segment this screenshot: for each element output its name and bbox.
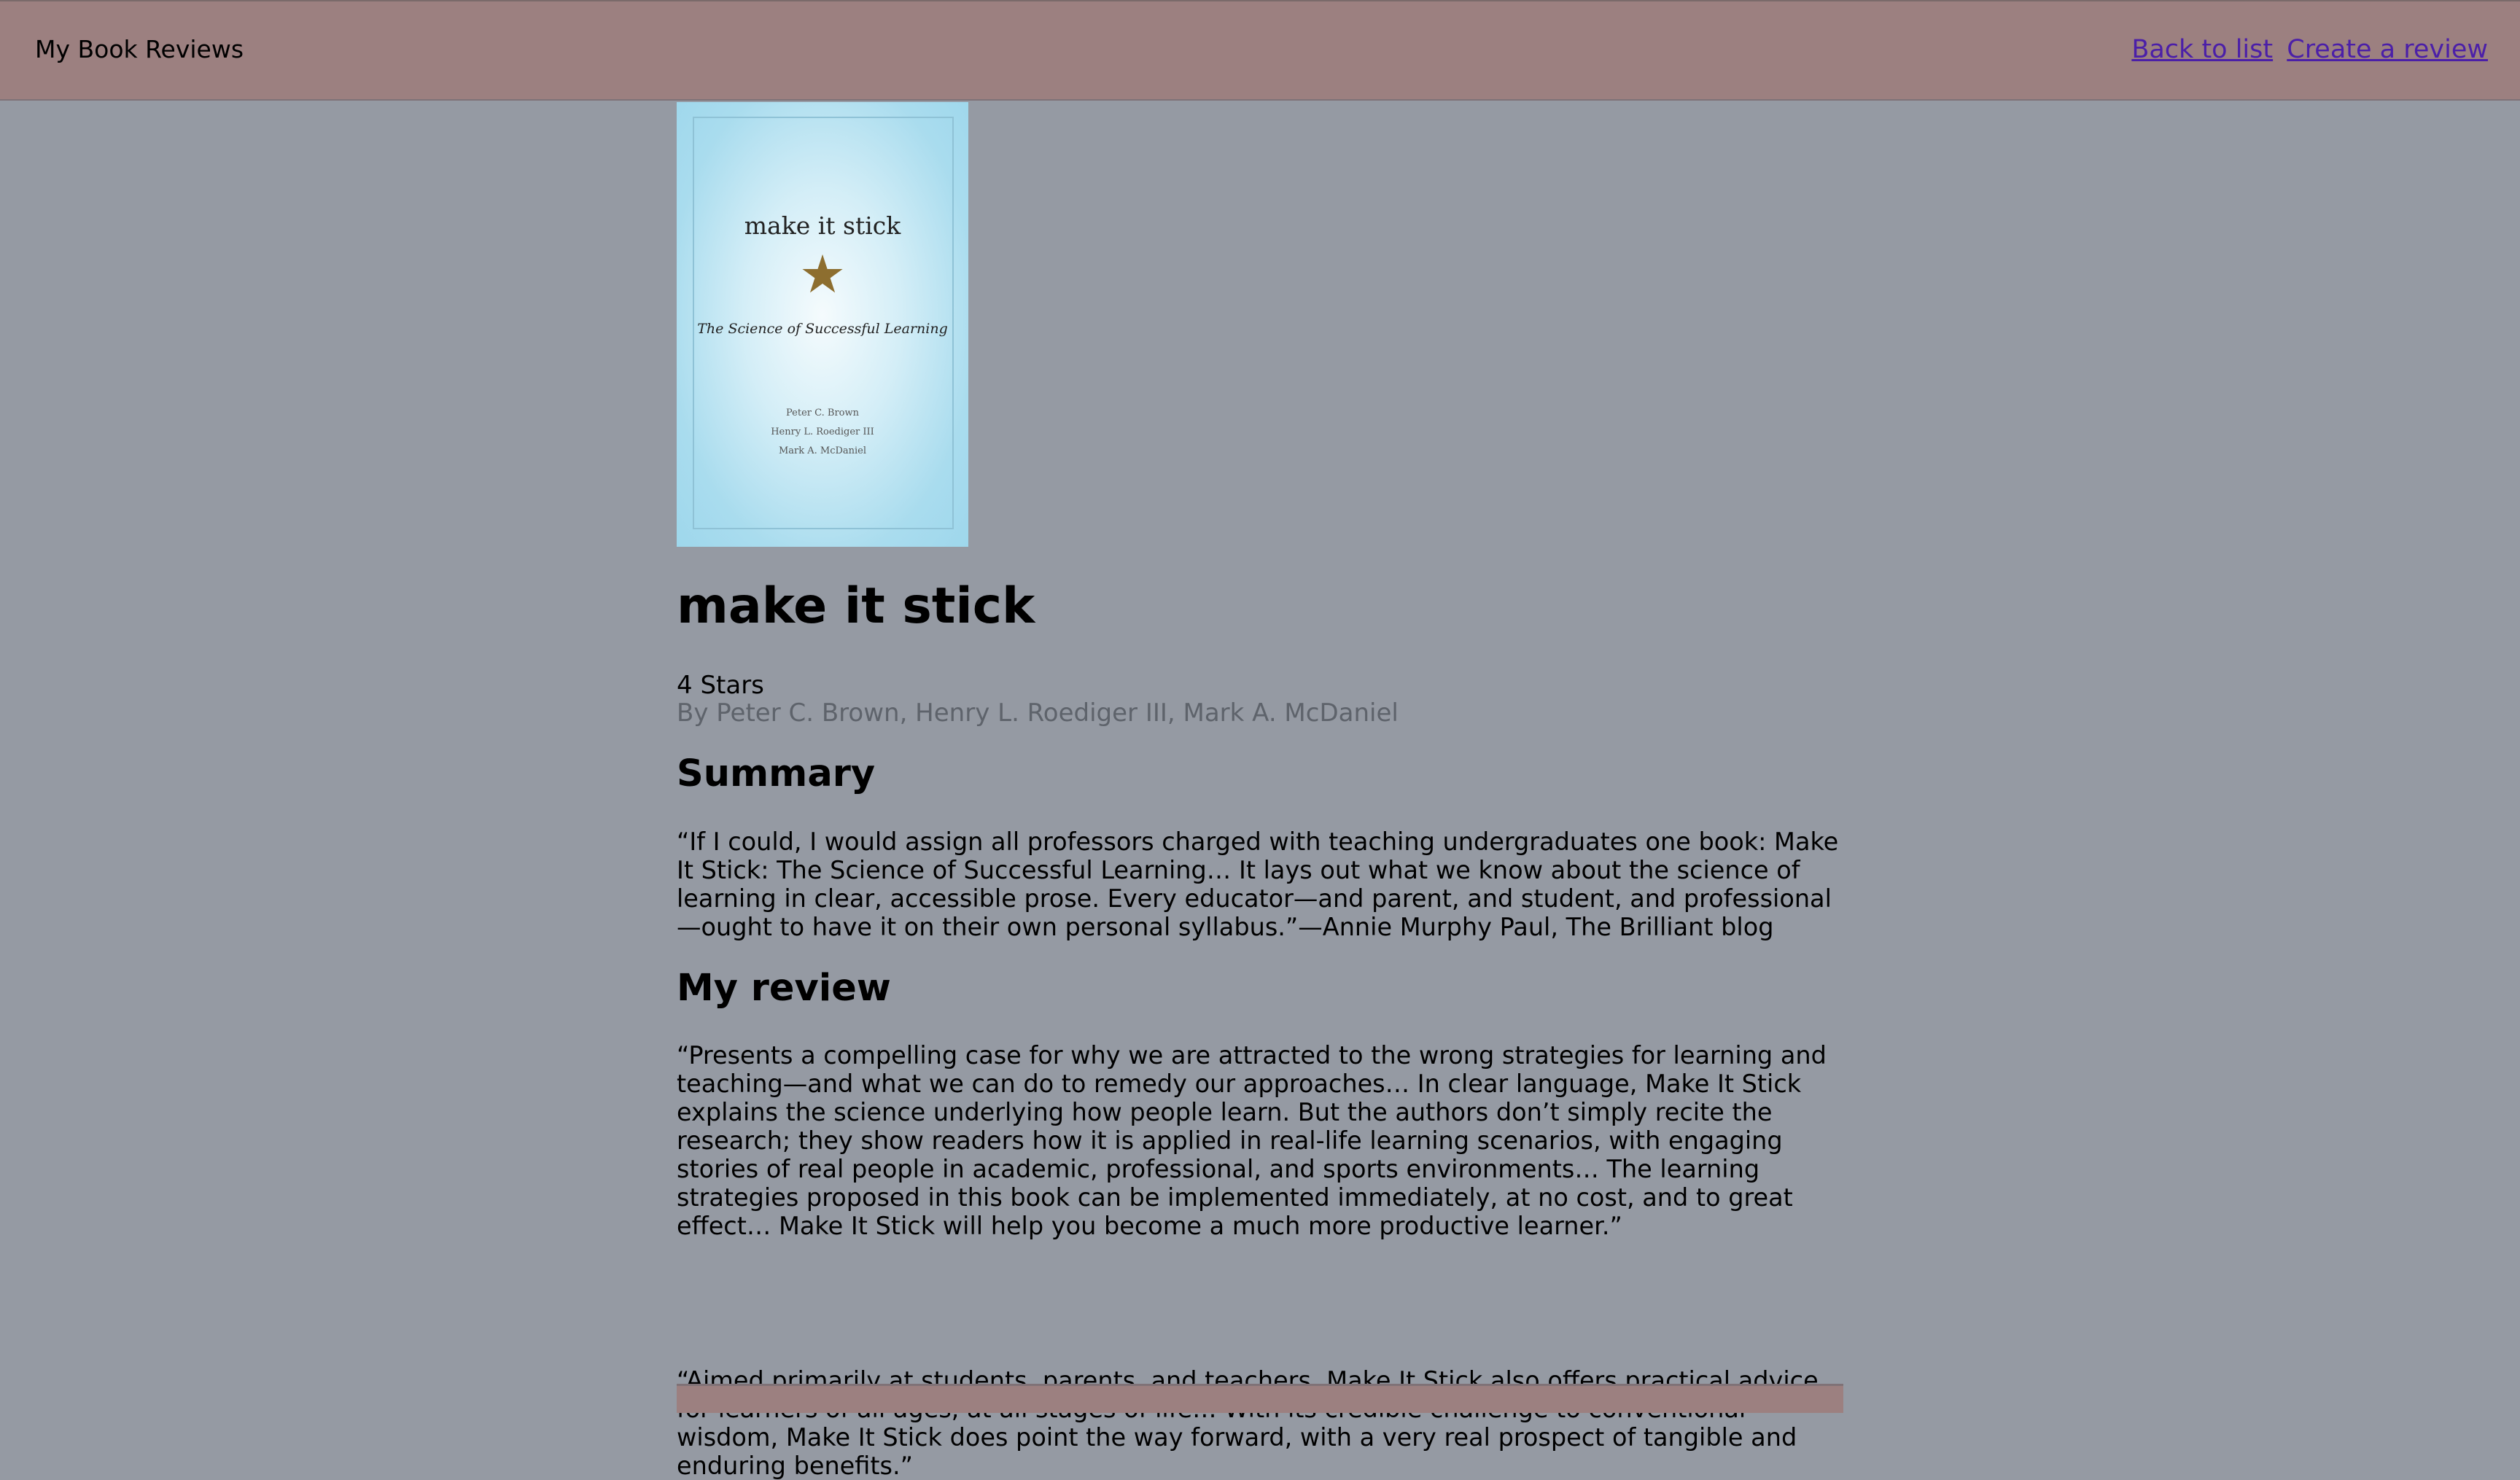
- cover-subtitle: The Science of Successful Learning: [697, 321, 948, 337]
- author-byline: By Peter C. Brown, Henry L. Roediger III…: [677, 698, 1399, 728]
- review-content: make it stick ★ The Science of Successfu…: [677, 102, 1843, 1480]
- site-brand[interactable]: My Book Reviews: [35, 35, 244, 64]
- cover-author: Henry L. Roediger III: [771, 427, 874, 437]
- review-heading: My review: [677, 967, 891, 1010]
- footer-bar: [677, 1384, 1843, 1413]
- cover-author: Mark A. McDaniel: [778, 445, 867, 456]
- top-navbar: My Book Reviews Back to list Create a re…: [0, 0, 2520, 101]
- summary-heading: Summary: [677, 752, 876, 795]
- cover-title: make it stick: [744, 211, 901, 240]
- rating-text: 4 Stars: [677, 671, 764, 700]
- star-icon: ★: [798, 244, 847, 305]
- review-paragraph: “Presents a compelling case for why we a…: [677, 1041, 1827, 1240]
- create-review-link[interactable]: Create a review: [2287, 35, 2488, 64]
- book-cover-image: make it stick ★ The Science of Successfu…: [677, 102, 968, 547]
- cover-author: Peter C. Brown: [786, 408, 859, 418]
- cover-authors: Peter C. Brown Henry L. Roediger III Mar…: [677, 404, 968, 461]
- book-title: make it stick: [677, 577, 1035, 635]
- summary-text: “If I could, I would assign all professo…: [677, 827, 1839, 941]
- header-nav: Back to list Create a review: [2126, 35, 2488, 64]
- back-to-list-link[interactable]: Back to list: [2131, 35, 2273, 64]
